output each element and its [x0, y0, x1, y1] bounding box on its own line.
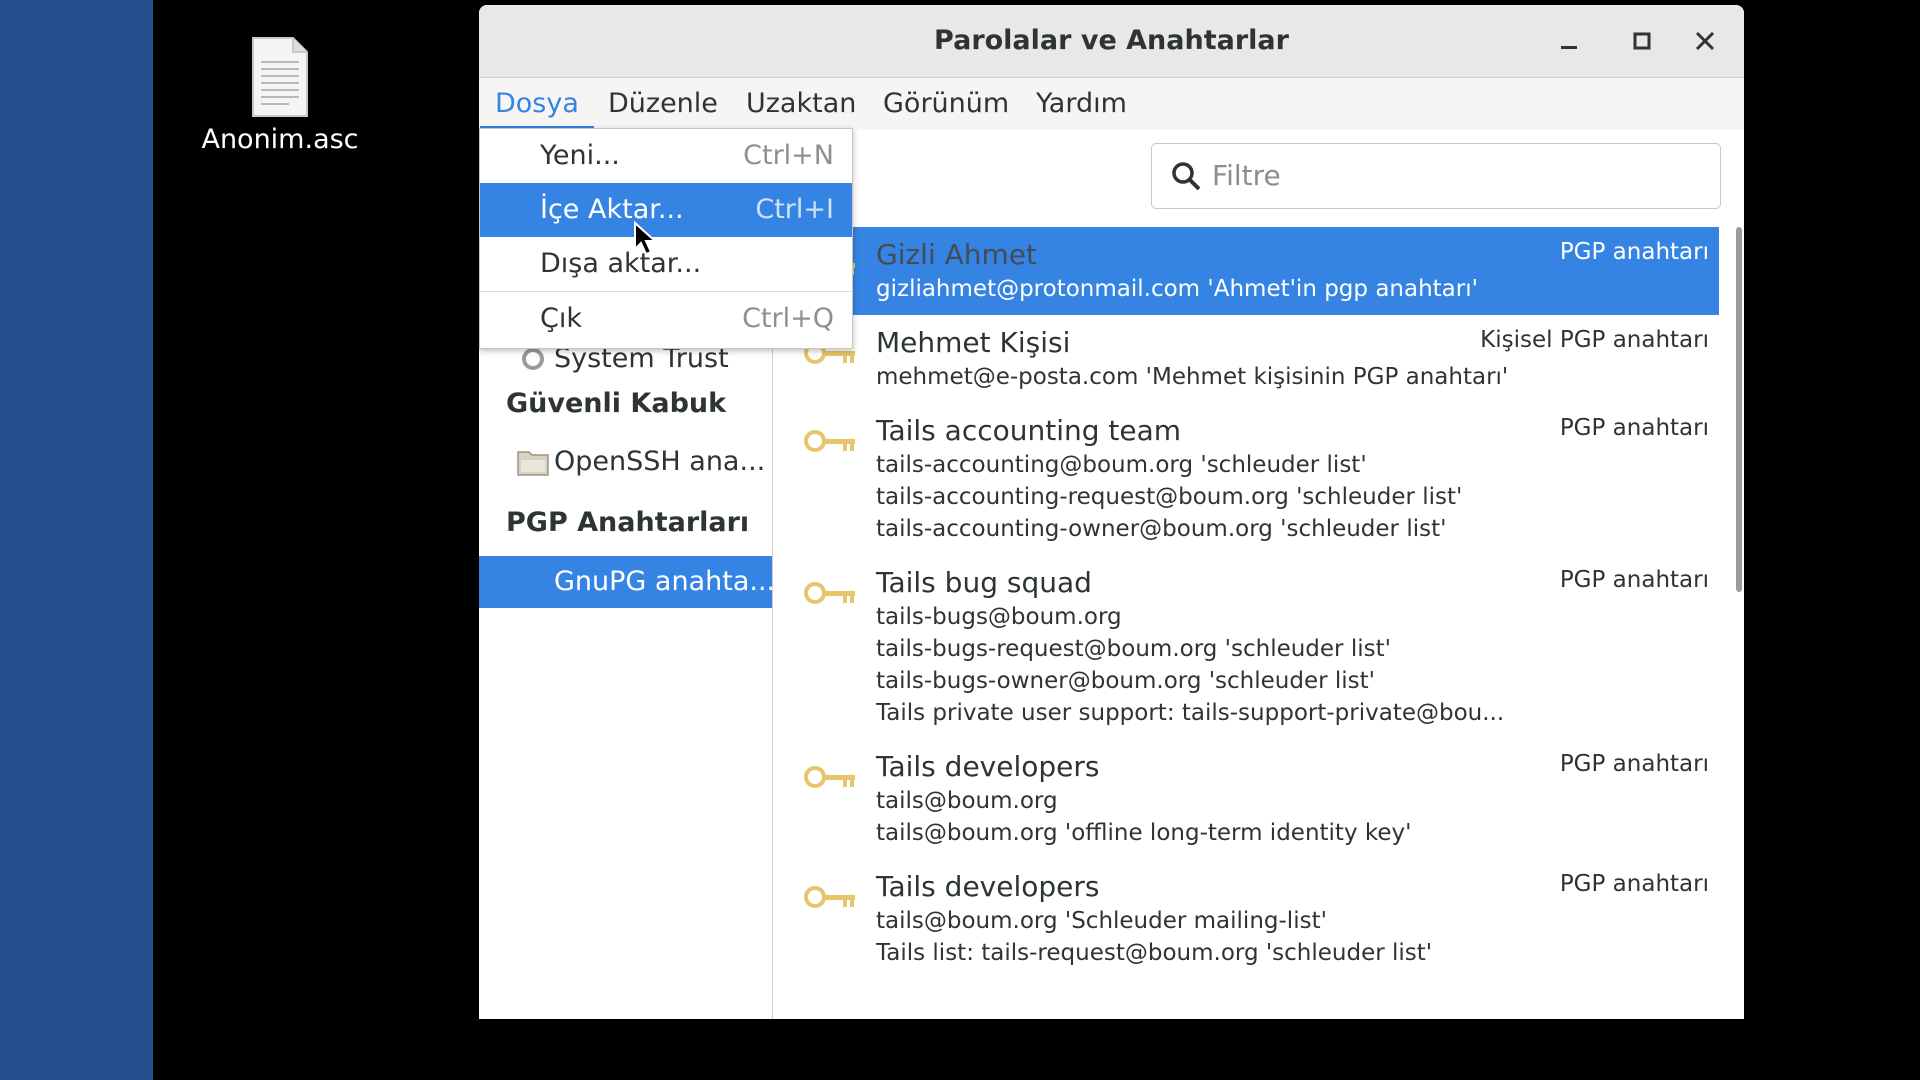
menu-dosya[interactable]: Dosya [480, 78, 594, 130]
maximize-icon [1633, 32, 1651, 50]
desktop-file-anonim[interactable]: Anonim.asc [190, 36, 370, 155]
close-button[interactable] [1687, 23, 1723, 59]
menu-item-quit[interactable]: Çık Ctrl+Q [480, 292, 852, 346]
menu-duzenle[interactable]: Düzenle [608, 78, 718, 130]
sidebar-item-gnupg[interactable]: GnuPG anahta... [479, 556, 776, 608]
search-input[interactable]: Filtre [1212, 144, 1281, 208]
key-row[interactable]: Tails developers tails@boum.org 'Schleud… [797, 859, 1719, 979]
menu-item-new[interactable]: Yeni... Ctrl+N [480, 129, 852, 183]
sidebar-section-title: Güvenli Kabuk [506, 388, 727, 419]
desktop-file-label: Anonim.asc [201, 124, 359, 155]
key-row[interactable]: Gizli Ahmet gizliahmet@protonmail.com 'A… [797, 227, 1719, 315]
key-type: PGP anahtarı [1559, 751, 1709, 777]
sidebar-item-label: GnuPG anahta... [554, 566, 776, 597]
menubar: Dosya Düzenle Uzaktan Görünüm Yardım [479, 78, 1744, 131]
sidebar-item-label: OpenSSH ana... [554, 446, 766, 477]
menu-gorunum[interactable]: Görünüm [883, 78, 1009, 130]
key-row[interactable]: Tails bug squad tails-bugs@boum.org tail… [797, 555, 1719, 739]
key-row[interactable]: Tails developers tails@boum.org tails@bo… [797, 739, 1719, 859]
key-row[interactable]: Mehmet Kişisi mehmet@e-posta.com 'Mehmet… [797, 315, 1719, 403]
key-icon [804, 766, 855, 788]
key-uid: tails@boum.org 'offline long-term identi… [876, 820, 1412, 846]
sidebar-section-title: PGP Anahtarları [506, 507, 750, 538]
mouse-pointer-icon [634, 221, 658, 256]
key-uid: tails-bugs-request@boum.org 'schleuder l… [876, 636, 1391, 662]
minimize-icon [1561, 46, 1577, 49]
menu-item-export[interactable]: Dışa aktar... [480, 237, 852, 291]
file-menu-dropdown: Yeni... Ctrl+N İçe Aktar... Ctrl+I Dışa … [479, 128, 853, 349]
minimize-button[interactable] [1551, 23, 1587, 59]
scrollbar[interactable] [1736, 227, 1742, 592]
key-uid: Tails private user support: tails-suppor… [876, 700, 1505, 726]
key-type: PGP anahtarı [1559, 239, 1709, 265]
folder-icon [517, 451, 549, 476]
key-type: PGP anahtarı [1559, 567, 1709, 593]
key-icon [804, 582, 855, 604]
key-uid: tails@boum.org [876, 788, 1058, 814]
filter-search-field[interactable]: Filtre [1151, 143, 1721, 209]
key-type: Kişisel PGP anahtarı [1480, 327, 1709, 353]
key-uid: tails-accounting@boum.org 'schleuder lis… [876, 452, 1367, 478]
key-type: PGP anahtarı [1559, 415, 1709, 441]
titlebar[interactable]: Parolalar ve Anahtarlar [479, 5, 1744, 78]
menu-item-label: Dışa aktar... [540, 248, 702, 279]
menu-yardim[interactable]: Yardım [1036, 78, 1127, 130]
gear-icon [522, 348, 544, 370]
key-icon [804, 430, 855, 452]
menu-item-shortcut: Ctrl+Q [742, 303, 834, 334]
menu-item-import[interactable]: İçe Aktar... Ctrl+I [480, 183, 852, 237]
key-uid: tails-bugs@boum.org [876, 604, 1122, 630]
menu-uzaktan[interactable]: Uzaktan [746, 78, 856, 130]
key-uid: gizliahmet@protonmail.com 'Ahmet'in pgp … [876, 276, 1478, 302]
key-uid: Tails list: tails-request@boum.org 'schl… [876, 940, 1433, 966]
key-icon [804, 886, 855, 908]
menu-item-label: Çık [540, 303, 582, 334]
sidebar-item-openssh[interactable]: OpenSSH ana... [479, 436, 772, 488]
key-type: PGP anahtarı [1559, 871, 1709, 897]
key-uid: tails-accounting-request@boum.org 'schle… [876, 484, 1463, 510]
key-uid: tails-accounting-owner@boum.org 'schleud… [876, 516, 1447, 542]
key-list: Gizli Ahmet gizliahmet@protonmail.com 'A… [797, 227, 1719, 1019]
close-icon [1695, 31, 1715, 51]
menu-item-shortcut: Ctrl+I [755, 194, 834, 225]
key-uid: tails-bugs-owner@boum.org 'schleuder lis… [876, 668, 1375, 694]
menu-item-label: İçe Aktar... [540, 194, 684, 225]
key-uid: tails@boum.org 'Schleuder mailing-list' [876, 908, 1327, 934]
menu-item-shortcut: Ctrl+N [743, 140, 834, 171]
desktop-background [0, 0, 153, 1080]
key-uid: mehmet@e-posta.com 'Mehmet kişisinin PGP… [876, 364, 1509, 390]
document-file-icon [252, 37, 308, 117]
search-icon [1172, 162, 1201, 191]
key-row[interactable]: Tails accounting team tails-accounting@b… [797, 403, 1719, 555]
maximize-button[interactable] [1624, 23, 1660, 59]
menu-item-label: Yeni... [540, 140, 620, 171]
